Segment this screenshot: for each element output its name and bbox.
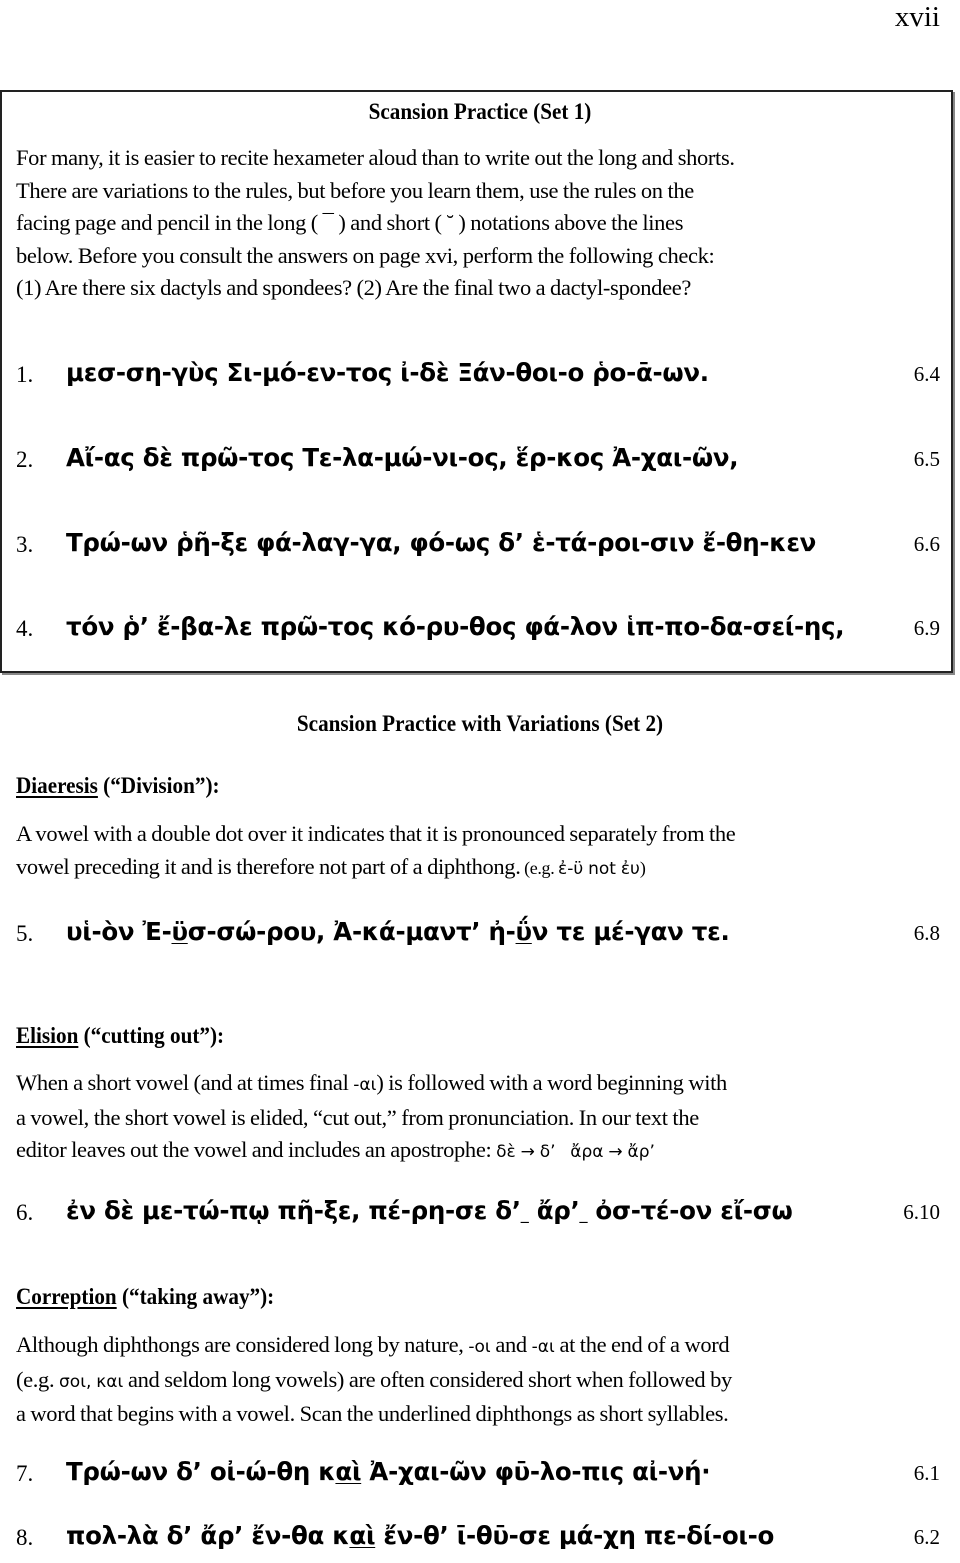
verse-7: 7. Τρώ-ων δ’ οἰ-ώ-θη καὶ Ἀ-χαι-ῶν φῡ-λο-… (16, 1457, 940, 1493)
verse-segment: Τρώ-ων δ’ οἰ-ώ-θη κ (66, 1457, 336, 1486)
verse-text: τόν ῥ’ ἔ-βα-λε πρῶ-τος κό-ρυ-θος φά-λον … (66, 612, 845, 641)
explanation-line: Although diphthongs are considered long … (16, 1329, 946, 1364)
set2-title: Scansion Practice with Variations (Set 2… (296, 711, 664, 736)
diaeresis-explanation: A vowel with a double dot over it indica… (16, 818, 946, 885)
intro-line: facing page and pencil in the long ( ¯ )… (16, 210, 684, 235)
explanation-line: editor leaves out the vowel and includes… (16, 1134, 946, 1169)
explanation-text: vowel preceding it and is therefore not … (16, 853, 521, 879)
underlined-diphthong: αὶ (349, 1521, 376, 1550)
verse-number: 7. (16, 1461, 34, 1486)
set1-title: Scansion Practice (Set 1) (368, 99, 592, 124)
page-number: xvii (894, 1, 940, 33)
explanation-text: ) is followed with a word beginning with (376, 1070, 727, 1095)
verse-segment: υἱ-ὸν Ἐ- (66, 917, 172, 946)
verse-text: μεσ-ση-γὺς Σι-μό-εν-τος ἰ-δὲ Ξάν-θοι-ο ῥ… (66, 358, 709, 387)
intro-line: There are variations to the rules, but b… (16, 177, 694, 203)
verse-number: 5. (16, 921, 34, 946)
explanation-text: (e.g. (16, 1366, 60, 1392)
verse-3: 3. Τρώ-ων ῥῆ-ξε φά-λαγ-γα, φό-ως δ’ ἑ-τά… (16, 528, 940, 564)
verse-text: Τρώ-ων δ’ οἰ-ώ-θη καὶ Ἀ-χαι-ῶν φῡ-λο-πις… (66, 1457, 711, 1486)
explanation-text: and seldom long vowels) are often consid… (123, 1366, 732, 1392)
verse-5: 5. υἱ-ὸν Ἐ-ϋσ-σώ-ρου, Ἀ-κά-μαντ’ ἠ-ΰν τε… (16, 917, 940, 953)
verse-reference: 6.5 (913, 447, 940, 471)
verse-8: 8. πολ-λὰ δ’ ἄρ’ ἔν-θα καὶ ἔν-θ’ ῑ-θῡ-σε… (16, 1521, 940, 1557)
verse-2: 2. Αἴ-ας δὲ πρῶ-τος Τε-λα-μώ-νι-ος, ἕρ-κ… (16, 443, 940, 479)
verse-number: 3. (16, 532, 34, 557)
correption-gloss: (“taking away”): (116, 1284, 275, 1309)
elision-heading: Elision (“cutting out”): (16, 1022, 224, 1050)
greek-term: -αι (531, 1337, 555, 1357)
verse-segment: πολ-λὰ δ’ ἄρ’ ἔν-θα κ (66, 1521, 350, 1550)
elision-term: Elision (16, 1023, 79, 1048)
intro-line: below. Before you consult the answers on… (16, 242, 715, 268)
elision-gloss: (“cutting out”): (78, 1023, 225, 1048)
verse-text: Τρώ-ων ῥῆ-ξε φά-λαγ-γα, φό-ως δ’ ἑ-τά-ρο… (66, 528, 817, 557)
correption-term: Correption (16, 1284, 117, 1309)
greek-term: σοι, και (59, 1371, 124, 1392)
diaeresis-term: Diaeresis (16, 773, 98, 798)
verse-6: 6. ἐν δὲ με-τώ-πῳ πῆ-ξε, πέ-ρη-σε δ’_ ἄρ… (16, 1196, 940, 1232)
verse-number: 2. (16, 447, 34, 472)
explanation-text: editor leaves out the vowel and includes… (16, 1137, 497, 1162)
verse-reference: 6.9 (913, 616, 940, 640)
explanation-text: When a short vowel (and at times final (16, 1070, 354, 1095)
verse-reference: 6.6 (913, 532, 940, 556)
example-suffix: ) (639, 857, 646, 878)
underlined-vowel: ΰ (515, 917, 533, 946)
verse-number: 1. (16, 362, 34, 387)
explanation-line: vowel preceding it and is therefore not … (16, 851, 946, 886)
greek-term: -αι (353, 1075, 377, 1095)
verse-segment: ἔν-θ’ ῑ-θῡ-σε μά-χη πε-δί-οι-ο (375, 1521, 775, 1550)
explanation-line: (e.g. σοι, και and seldom long vowels) a… (16, 1364, 946, 1399)
verse-text: Αἴ-ας δὲ πρῶ-τος Τε-λα-μώ-νι-ος, ἕρ-κος … (66, 443, 739, 472)
set1-intro: For many, it is easier to recite hexamet… (16, 142, 946, 305)
verse-number: 8. (16, 1525, 34, 1550)
elision-explanation: When a short vowel (and at times final -… (16, 1067, 946, 1169)
verse-segment: ν τε μέ-γαν τε. (531, 917, 730, 946)
intro-line: (1) Are there six dactyls and spondees? … (16, 275, 691, 300)
verse-reference: 6.2 (913, 1525, 940, 1549)
verse-reference: 6.8 (913, 921, 940, 945)
correption-heading: Correption (“taking away”): (16, 1283, 274, 1311)
explanation-line: A vowel with a double dot over it indica… (16, 821, 736, 846)
example-greek: ἐ-ϋ not ἐυ (558, 858, 640, 879)
verse-reference: 6.1 (913, 1461, 940, 1485)
underlined-vowel: ϋ (171, 917, 188, 946)
correption-explanation: Although diphthongs are considered long … (16, 1329, 946, 1431)
explanation-text: Although diphthongs are considered long … (16, 1332, 469, 1357)
verse-number: 4. (16, 616, 34, 641)
verse-segment: Ἀ-χαι-ῶν φῡ-λο-πις αἰ-νή· (361, 1457, 711, 1486)
verse-text: υἱ-ὸν Ἐ-ϋσ-σώ-ρου, Ἀ-κά-μαντ’ ἠ-ΰν τε μέ… (66, 917, 730, 946)
verse-segment: ὀσ-τέ-ον εἴ-σω (587, 1196, 793, 1225)
explanation-text: at the end of a word (554, 1332, 730, 1357)
verse-reference: 6.4 (913, 362, 940, 386)
greek-term: -οι (468, 1337, 491, 1357)
example-prefix: (e.g. (520, 857, 559, 878)
intro-line: For many, it is easier to recite hexamet… (16, 145, 735, 170)
verse-segment: σ-σώ-ρου, Ἀ-κά-μαντ’ ἠ- (187, 917, 516, 946)
explanation-line: a vowel, the short vowel is elided, “cut… (16, 1104, 699, 1130)
greek-example: δὲ → δ’ ἄρα → ἄρ’ (496, 1142, 655, 1162)
explanation-line: a word that begins with a vowel. Scan th… (16, 1401, 729, 1426)
verse-text: ἐν δὲ με-τώ-πῳ πῆ-ξε, πέ-ρη-σε δ’_ ἄρ’_ … (66, 1196, 793, 1225)
verse-segment: ἐν δὲ με-τώ-πῳ πῆ-ξε, πέ-ρη-σε δ’ (66, 1196, 521, 1225)
diaeresis-heading: Diaeresis (“Division”): (16, 772, 220, 800)
verse-1: 1. μεσ-ση-γὺς Σι-μό-εν-τος ἰ-δὲ Ξάν-θοι-… (16, 358, 940, 394)
verse-text: πολ-λὰ δ’ ἄρ’ ἔν-θα καὶ ἔν-θ’ ῑ-θῡ-σε μά… (66, 1521, 774, 1550)
explanation-text: and (490, 1332, 532, 1357)
verse-4: 4. τόν ῥ’ ἔ-βα-λε πρῶ-τος κό-ρυ-θος φά-λ… (16, 612, 940, 648)
diaeresis-gloss: (“Division”): (97, 773, 220, 798)
underlined-diphthong: αὶ (335, 1457, 362, 1486)
explanation-line: When a short vowel (and at times final -… (16, 1067, 946, 1102)
verse-number: 6. (16, 1200, 34, 1225)
verse-segment: ἄρ’ (528, 1196, 580, 1225)
verse-reference: 6.10 (903, 1200, 940, 1224)
